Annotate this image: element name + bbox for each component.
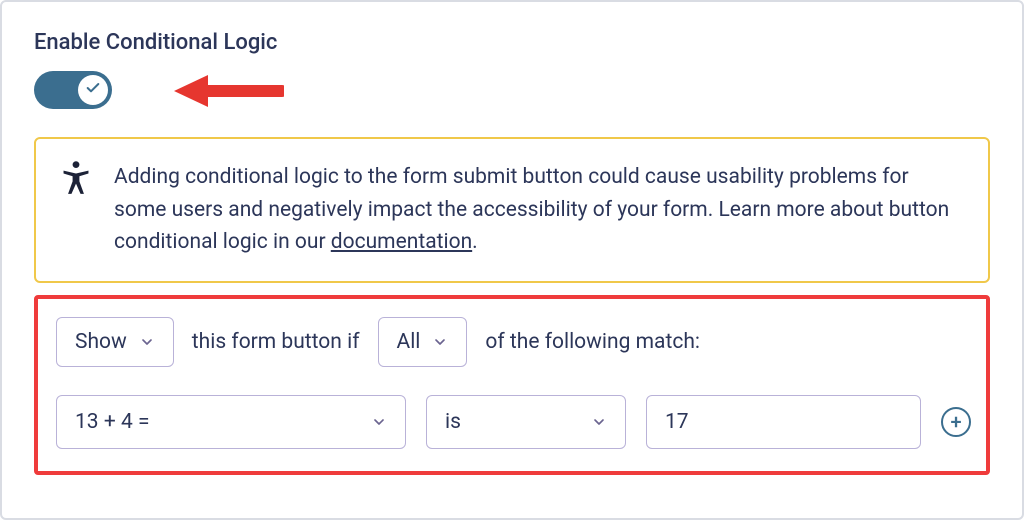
rule-row: 13 + 4 = is 17 + [56, 395, 968, 449]
add-rule-button[interactable]: + [941, 407, 971, 437]
documentation-link[interactable]: documentation [331, 230, 472, 254]
operator-select[interactable]: is [426, 395, 626, 449]
operator-select-value: is [445, 410, 461, 434]
field-select-value: 13 + 4 = [75, 410, 149, 434]
toggle-row [34, 71, 990, 109]
rule-text-1: this form button if [192, 330, 360, 354]
toggle-knob [78, 75, 108, 105]
chevron-down-icon [371, 414, 387, 430]
value-input[interactable]: 17 [646, 395, 921, 449]
section-title: Enable Conditional Logic [34, 30, 990, 55]
rule-condition-header: Show this form button if All of the foll… [56, 317, 968, 367]
rules-highlight-box: Show this form button if All of the foll… [34, 295, 990, 475]
callout-arrow-icon [174, 69, 284, 117]
chevron-down-icon [139, 334, 155, 350]
chevron-down-icon [432, 334, 448, 350]
match-select[interactable]: All [378, 317, 468, 367]
notice-text: Adding conditional logic to the form sub… [114, 161, 962, 259]
rule-text-2: of the following match: [485, 330, 700, 354]
accessibility-notice: Adding conditional logic to the form sub… [34, 137, 990, 283]
notice-text-before: Adding conditional logic to the form sub… [114, 165, 949, 254]
chevron-down-icon [591, 414, 607, 430]
enable-toggle[interactable] [34, 71, 112, 109]
field-select[interactable]: 13 + 4 = [56, 395, 406, 449]
value-input-text: 17 [665, 410, 689, 434]
action-select[interactable]: Show [56, 317, 174, 367]
notice-text-after: . [472, 230, 478, 254]
accessibility-icon [62, 161, 90, 199]
check-icon [85, 80, 101, 100]
plus-icon: + [950, 410, 961, 434]
conditional-logic-panel: Enable Conditional Logic [0, 0, 1024, 520]
match-select-value: All [397, 330, 421, 354]
action-select-value: Show [75, 330, 127, 354]
